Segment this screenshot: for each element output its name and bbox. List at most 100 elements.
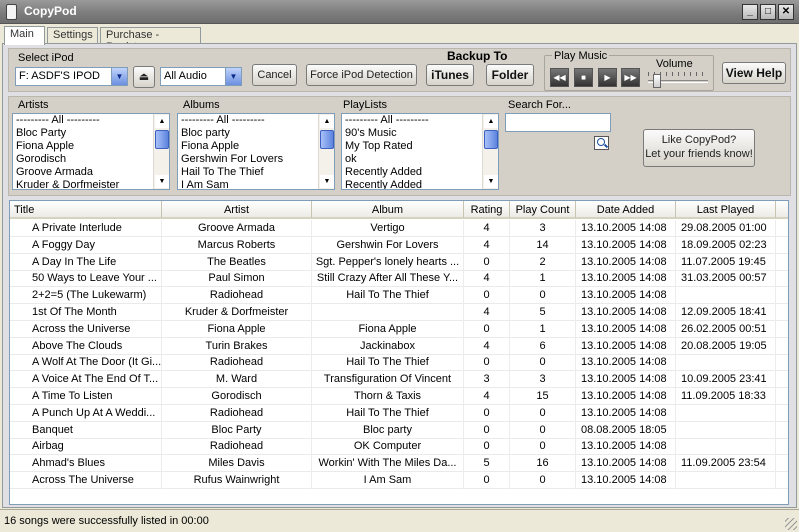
list-item[interactable]: Fiona Apple (13, 140, 169, 153)
list-item[interactable]: Recently Added (342, 166, 498, 179)
list-item[interactable]: Bloc Party (13, 127, 169, 140)
cell-title: A Private Interlude (10, 220, 162, 237)
select-ipod-label: Select iPod (18, 52, 74, 64)
cell-artist: Radiohead (162, 354, 312, 372)
like-copypod-button[interactable]: Like CopyPod? Let your friends know! (643, 129, 755, 167)
table-row[interactable]: A Private Interlude Groove Armada Vertigo 4… (10, 220, 788, 237)
close-button[interactable]: ✕ (778, 4, 794, 20)
column-header-artist[interactable]: Artist (162, 201, 312, 219)
cell-artist: Gorodisch (162, 388, 312, 405)
songs-table[interactable]: Title Artist Album Rating Play Count Dat… (9, 200, 789, 505)
albums-scrollbar[interactable]: ▲ ▼ (318, 114, 334, 189)
list-item[interactable]: Gorodisch (13, 153, 169, 166)
eject-icon: ⏏ (138, 71, 150, 83)
scroll-down-icon[interactable]: ▼ (320, 175, 334, 188)
play-icon: ▶ (604, 73, 611, 82)
chevron-down-icon[interactable]: ▼ (225, 68, 241, 85)
list-item[interactable]: --------- All --------- (342, 114, 498, 127)
cell-title: Across The Universe (10, 472, 162, 489)
cell-play-count: 1 (510, 270, 576, 288)
table-row[interactable]: 2+2=5 (The Lukewarm) Radiohead Hail To The… (10, 287, 788, 305)
backup-to-label: Backup To (447, 49, 508, 63)
scroll-down-icon[interactable]: ▼ (484, 175, 498, 188)
tab-purchase-register[interactable]: Purchase - Register (100, 27, 201, 53)
playlists-scrollbar[interactable]: ▲ ▼ (482, 114, 498, 189)
cell-date-added: 13.10.2005 14:08 (576, 270, 676, 288)
column-header-date-added[interactable]: Date Added (576, 201, 676, 219)
tab-settings[interactable]: Settings (47, 27, 98, 44)
column-header-rating[interactable]: Rating (464, 201, 510, 219)
column-header-title[interactable]: Title (10, 201, 162, 219)
list-item[interactable]: Gershwin For Lovers (178, 153, 334, 166)
column-header-filler (776, 201, 788, 219)
table-row[interactable]: A Voice At The End Of T... M. Ward Transfi… (10, 371, 788, 389)
list-item[interactable]: Bloc party (178, 127, 334, 140)
tab-main[interactable]: Main (4, 26, 45, 45)
column-header-play-count[interactable]: Play Count (510, 201, 576, 219)
table-row[interactable]: A Wolf At The Door (It Gi... Radiohead Hai… (10, 354, 788, 372)
list-item[interactable]: ok (342, 153, 498, 166)
table-row[interactable]: Above The Clouds Turin Brakes Jackinabox 4 6… (10, 337, 788, 355)
table-row[interactable]: A Foggy Day Marcus Roberts Gershwin For Lo… (10, 236, 788, 254)
table-row[interactable]: Ahmad's Blues Miles Davis Workin' With The… (10, 455, 788, 473)
table-row[interactable]: Airbag Radiohead OK Computer 0 0 13.10.2005 1… (10, 438, 788, 456)
stop-button[interactable]: ■ (574, 68, 593, 87)
minimize-button[interactable]: _ (742, 4, 758, 20)
cell-artist: Marcus Roberts (162, 236, 312, 254)
table-row[interactable]: A Day In The Life The Beatles Sgt. Pepper'… (10, 253, 788, 271)
list-item[interactable]: --------- All --------- (178, 114, 334, 127)
table-row[interactable]: 1st Of The Month Kruder & Dorfmeister 4 5 13… (10, 304, 788, 321)
artists-listbox[interactable]: --------- All --------- Bloc Party Fiona… (12, 113, 170, 190)
cancel-button[interactable]: Cancel (252, 64, 297, 86)
table-row[interactable]: Across The Universe Rufus Wainwright I Am … (10, 472, 788, 489)
play-button[interactable]: ▶ (598, 68, 617, 87)
table-row[interactable]: 50 Ways to Leave Your ... Paul Simon Still… (10, 270, 788, 288)
table-row[interactable]: A Punch Up At A Weddi... Radiohead Hail To… (10, 404, 788, 422)
cell-date-added: 13.10.2005 14:08 (576, 404, 676, 422)
cell-rating: 4 (464, 270, 510, 288)
scroll-up-icon[interactable]: ▲ (155, 115, 169, 128)
resize-grip-icon[interactable] (785, 518, 797, 530)
backup-folder-button[interactable]: Folder (486, 64, 534, 86)
force-ipod-detection-button[interactable]: Force iPod Detection (306, 64, 417, 86)
list-item[interactable]: I Am Sam (178, 179, 334, 189)
scroll-up-icon[interactable]: ▲ (320, 115, 334, 128)
view-help-button[interactable]: View Help (722, 62, 786, 84)
search-input[interactable] (505, 113, 611, 132)
play-music-label: Play Music (552, 50, 610, 62)
artists-scrollbar[interactable]: ▲ ▼ (153, 114, 169, 189)
scroll-thumb[interactable] (320, 130, 334, 149)
maximize-button[interactable]: □ (760, 4, 776, 20)
list-item[interactable]: Fiona Apple (178, 140, 334, 153)
table-row[interactable]: Banquet Bloc Party Bloc party 0 0 08.08.2005 … (10, 421, 788, 439)
table-row[interactable]: A Time To Listen Gorodisch Thorn & Taxis 4 1… (10, 388, 788, 405)
list-item[interactable]: Recently Added (342, 179, 498, 189)
scroll-thumb[interactable] (155, 130, 169, 149)
fast-forward-button[interactable]: ▶▶ (621, 68, 640, 87)
albums-listbox[interactable]: --------- All --------- Bloc party Fiona… (177, 113, 335, 190)
audio-filter-select[interactable]: All Audio ▼ (160, 67, 242, 86)
title-bar[interactable]: CopyPod _ □ ✕ (0, 0, 799, 24)
ipod-select[interactable]: F: ASDF'S IPOD ▼ (15, 67, 128, 86)
backup-itunes-button[interactable]: iTunes (426, 64, 474, 86)
list-item[interactable]: --------- All --------- (13, 114, 169, 127)
rewind-button[interactable]: ◀◀ (550, 68, 569, 87)
playlists-listbox[interactable]: --------- All --------- 90's Music My To… (341, 113, 499, 190)
search-icon[interactable] (594, 136, 609, 150)
column-header-album[interactable]: Album (312, 201, 464, 219)
scroll-thumb[interactable] (484, 130, 498, 149)
list-item[interactable]: 90's Music (342, 127, 498, 140)
column-header-last-played[interactable]: Last Played (676, 201, 776, 219)
volume-slider-thumb[interactable] (653, 74, 662, 88)
list-item[interactable]: My Top Rated (342, 140, 498, 153)
scroll-up-icon[interactable]: ▲ (484, 115, 498, 128)
table-row[interactable]: Across the Universe Fiona Apple Fiona Appl… (10, 320, 788, 338)
chevron-down-icon[interactable]: ▼ (111, 68, 127, 85)
cell-rating: 0 (464, 287, 510, 305)
list-item[interactable]: Groove Armada (13, 166, 169, 179)
scroll-down-icon[interactable]: ▼ (155, 175, 169, 188)
list-item[interactable]: Hail To The Thief (178, 166, 334, 179)
eject-button[interactable]: ⏏ (133, 66, 155, 88)
cell-artist: M. Ward (162, 371, 312, 389)
list-item[interactable]: Kruder & Dorfmeister (13, 179, 169, 189)
